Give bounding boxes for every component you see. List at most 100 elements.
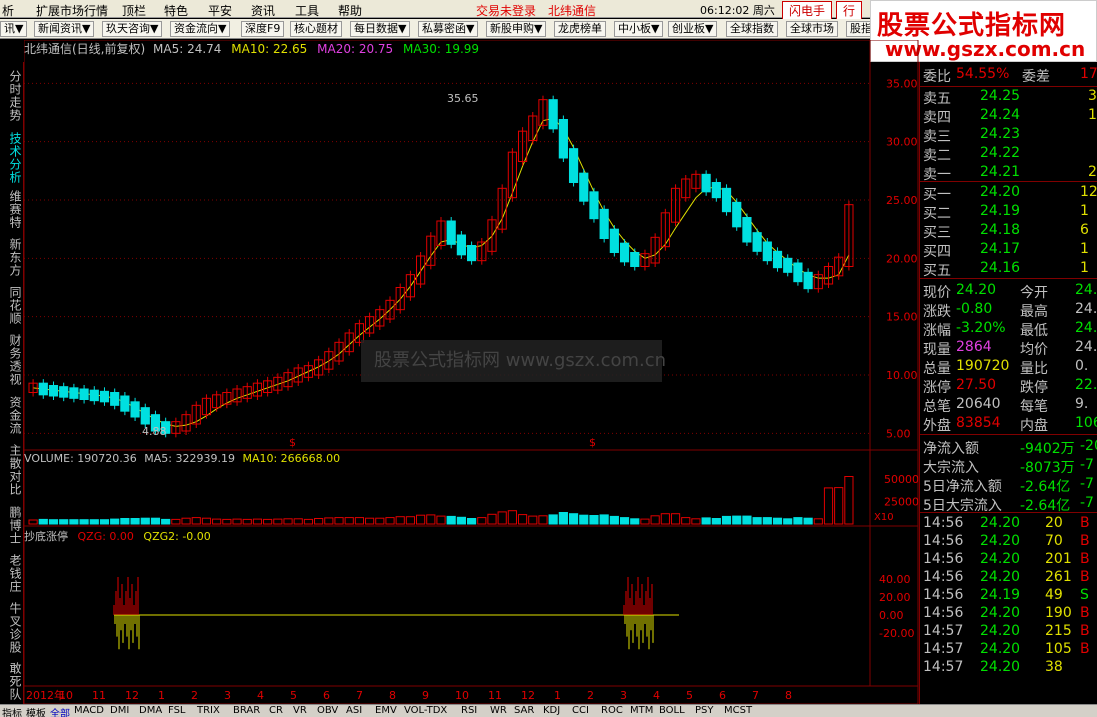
menu-item-ext-market[interactable]: 扩展市场行情 (36, 2, 108, 19)
indicator-tab[interactable]: MCST (724, 705, 752, 716)
indicator-tab[interactable]: VOL-TDX (404, 705, 447, 716)
stat-row: 现价 24.20 今开 24. (920, 282, 1097, 301)
indicator-tab[interactable]: BOLL (659, 705, 685, 716)
toolbar-item-4[interactable]: 资金流向▼ (170, 21, 231, 37)
date-tick-label: 1 (554, 689, 561, 702)
toolbar-item-8[interactable]: 私募密函▼ (418, 21, 479, 37)
tick-volume: 49 (1045, 587, 1063, 603)
indicator-tab[interactable]: DMI (110, 705, 129, 716)
sidebar-item-wsaite[interactable]: 维赛特 (2, 190, 22, 229)
indicator-tab[interactable]: MTM (630, 705, 653, 716)
toolbar-item-14[interactable]: 全球市场 (786, 21, 838, 37)
toolbar-item-3[interactable]: 玖天咨询▼ (102, 21, 163, 37)
indicator-tab[interactable]: ASI (346, 705, 362, 716)
tick-side: B (1080, 515, 1090, 531)
indicator-tab[interactable]: TRIX (197, 705, 220, 716)
indicator-tab[interactable]: FSL (168, 705, 186, 716)
indicator-tab[interactable]: DMA (139, 705, 162, 716)
flash-trade-button[interactable]: 闪电手 (782, 1, 833, 20)
toolbar-item-5[interactable]: 深度F9 (241, 21, 285, 37)
price-tick-label: 5.00 (886, 427, 911, 440)
sidebar-item-zhuli[interactable]: 主散对比 (2, 444, 22, 496)
menu-item-features[interactable]: 特色 (164, 2, 188, 19)
volume-bar (252, 518, 263, 525)
sidebar-item-finance[interactable]: 财务透视 (2, 334, 22, 386)
volume-bar (609, 515, 619, 525)
toolbar-item-7[interactable]: 每日数据▼ (350, 21, 411, 37)
indicator-tab[interactable]: MACD (74, 705, 104, 716)
tick-price: 24.20 (980, 569, 1021, 585)
stat-value: 24.20 (956, 282, 997, 298)
bid-row: 买三 24.18 6 (920, 222, 1097, 241)
indicator-tab[interactable]: BRAR (233, 705, 260, 716)
stat-value-2: 24. (1075, 301, 1097, 317)
kline-chart[interactable]: 35.0030.0025.0020.0015.0010.005.00 50000… (24, 40, 919, 704)
volume-bar (395, 516, 405, 525)
indicator-tab[interactable]: 模板 (26, 705, 46, 717)
sidebar-item-capital[interactable]: 资金流 (2, 396, 22, 435)
volume-bar (599, 514, 609, 525)
sidebar-item-niucha[interactable]: 牛叉诊股 (2, 602, 22, 654)
sidebar-item-timeshare[interactable]: 分时走势 (2, 70, 22, 122)
volume-bar (538, 515, 548, 525)
menu-item-analysis[interactable]: 析 (2, 2, 14, 19)
login-status[interactable]: 交易未登录 (476, 2, 536, 19)
volume-bar (630, 518, 640, 525)
toolbar-item-1[interactable]: 讯▼ (0, 21, 28, 37)
indicator-tab[interactable]: EMV (375, 705, 397, 716)
indicator-tab[interactable]: VR (293, 705, 307, 716)
indicator-tab[interactable]: SAR (514, 705, 534, 716)
indicator-tab[interactable]: 指标 (2, 705, 22, 717)
indicator-tab[interactable]: WR (490, 705, 507, 716)
sidebar-item-tonghuashun[interactable]: 同花顺 (2, 286, 22, 325)
toolbar-item-9[interactable]: 新股申购▼ (486, 21, 547, 37)
trade-button[interactable]: 行 (836, 1, 863, 20)
sidebar-item-xindongfang[interactable]: 新东方 (2, 238, 22, 277)
indicator-tab[interactable]: OBV (317, 705, 338, 716)
sidebar-item-pengbo[interactable]: 鹏博士 (2, 506, 22, 545)
toolbar-item-11[interactable]: 中小板▼ (614, 21, 664, 37)
candle-body (742, 217, 752, 243)
menu-item-top-view[interactable]: 顶栏 (122, 2, 146, 19)
volume-bar (681, 517, 691, 525)
indicator-tab[interactable]: 全部 (50, 705, 70, 717)
volume-bar (436, 515, 446, 525)
candle-body (140, 407, 150, 425)
menu-item-ping-an[interactable]: 平安 (208, 2, 232, 19)
volume-bar (150, 517, 161, 525)
menu-item-help[interactable]: 帮助 (338, 2, 362, 19)
volume-tick-label: 25000 (884, 496, 919, 509)
tick-row: 14:57 24.20 215 B (920, 623, 1097, 642)
toolbar-item-2[interactable]: 新闻资讯▼ (34, 21, 95, 37)
indicator-tab[interactable]: ROC (601, 705, 623, 716)
sidebar-item-gansi[interactable]: 敢死队 (2, 662, 22, 701)
indicator-tab[interactable]: CCI (572, 705, 589, 716)
tick-time: 14:56 (923, 587, 964, 603)
stat-label: 外盘 (923, 418, 951, 434)
indicator-tab[interactable]: RSI (461, 705, 477, 716)
toolbar-item-10[interactable]: 龙虎榜单 (554, 21, 606, 37)
bid-volume: 12 (1080, 184, 1097, 200)
stat-label-2: 量比 (1020, 361, 1048, 377)
tick-price: 24.20 (980, 605, 1021, 621)
stat-value: 190720 (956, 358, 1010, 374)
sidebar-item-laoqian[interactable]: 老钱庄 (2, 554, 22, 593)
indicator-tab[interactable]: CR (269, 705, 283, 716)
volume-bar (263, 518, 273, 525)
tick-price: 24.20 (980, 641, 1021, 657)
flow-label: 大宗流入 (923, 460, 979, 476)
sidebar-item-tech[interactable]: 技术分析 (2, 132, 22, 184)
volume-bar (701, 517, 711, 525)
stat-label-2: 最低 (1020, 323, 1048, 339)
menu-item-news[interactable]: 资讯 (251, 2, 275, 19)
toolbar-item-12[interactable]: 创业板▼ (668, 21, 718, 37)
flow-value-2: -7 (1080, 495, 1094, 511)
indicator-tab[interactable]: KDJ (543, 705, 560, 716)
toolbar-item-13[interactable]: 全球指数 (726, 21, 778, 37)
bid-price: 24.17 (980, 241, 1021, 257)
menu-item-tools[interactable]: 工具 (295, 2, 319, 19)
toolbar-item-6[interactable]: 核心题材 (290, 21, 342, 37)
date-tick-label: 4 (257, 689, 264, 702)
indicator-tab[interactable]: PSY (695, 705, 714, 716)
date-tick-label: 10 (455, 689, 469, 702)
